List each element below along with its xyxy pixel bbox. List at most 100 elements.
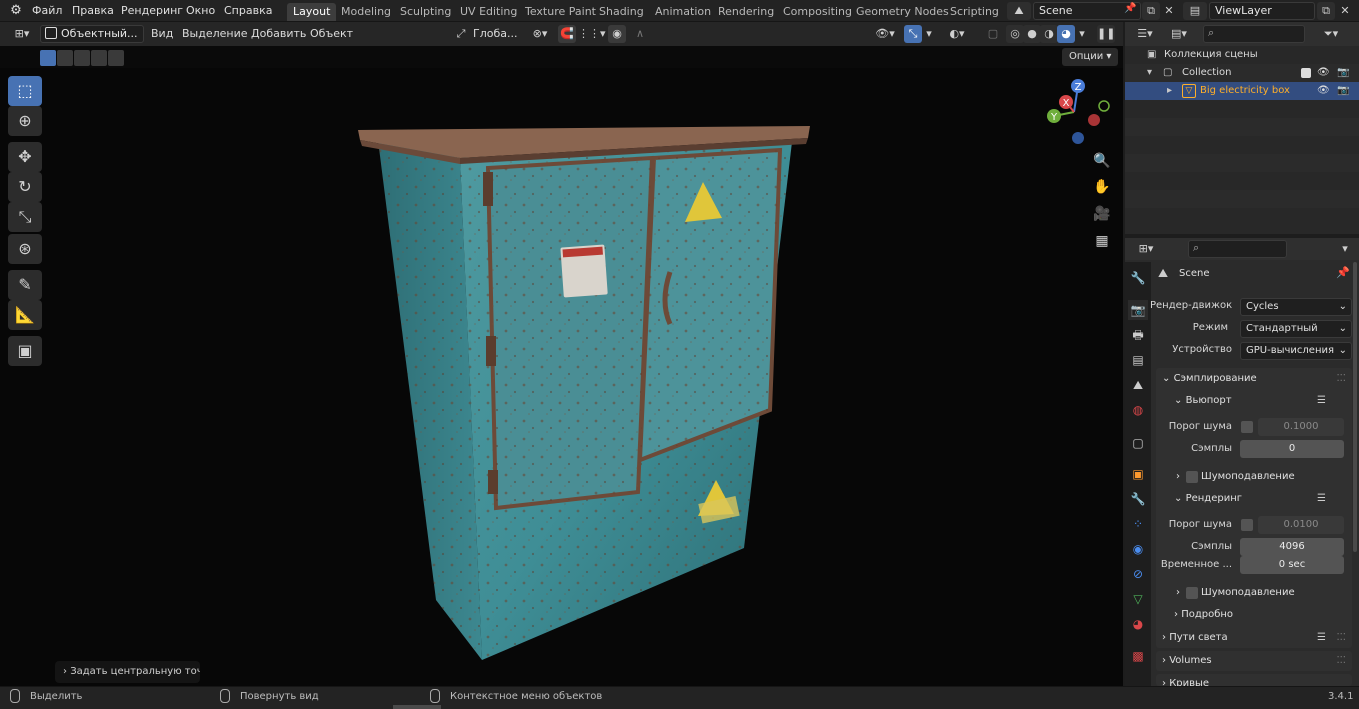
- rotate-icon[interactable]: ↻: [8, 172, 42, 202]
- menu-select[interactable]: Выделение: [182, 22, 248, 46]
- tab-compositing[interactable]: Compositing: [777, 3, 858, 21]
- view-layer-field[interactable]: ViewLayer: [1209, 2, 1315, 20]
- falloff-icon[interactable]: ∧: [628, 25, 652, 43]
- expand-arrow-icon[interactable]: ▸: [1167, 82, 1172, 100]
- snap-target-icon[interactable]: ⋮⋮▾: [578, 25, 606, 43]
- menu-window[interactable]: Окно: [186, 0, 215, 22]
- device-dropdown[interactable]: GPU-вычисления ⌄: [1240, 342, 1352, 360]
- texture-tab-icon[interactable]: ▩: [1128, 646, 1148, 666]
- orientation-icon[interactable]: ⤢: [452, 25, 470, 43]
- pan-hand-icon[interactable]: ✋: [1091, 176, 1113, 198]
- last-operator-panel[interactable]: › Задать центральную точк: [55, 661, 200, 683]
- gizmo-dropdown-icon[interactable]: ▾: [922, 25, 936, 43]
- wireframe-shading-icon[interactable]: ◎: [1006, 25, 1024, 43]
- data-tab-icon[interactable]: ▽: [1128, 589, 1148, 609]
- selection-mode-set-icon[interactable]: [40, 50, 124, 66]
- new-view-layer-icon[interactable]: ⧉: [1317, 2, 1335, 20]
- gizmo-toggle-icon[interactable]: ⤡: [904, 25, 922, 43]
- volumes-panel[interactable]: › Volumes ⁚⁚⁚: [1156, 651, 1352, 671]
- move-icon[interactable]: ✥: [8, 142, 42, 172]
- light-paths-panel[interactable]: › Пути света ☰ ⁚⁚⁚: [1156, 628, 1352, 648]
- render-tab-icon[interactable]: 📷: [1128, 300, 1148, 320]
- tab-sculpting[interactable]: Sculpting: [394, 3, 457, 21]
- tool-tab-icon[interactable]: 🔧: [1128, 268, 1148, 288]
- particles-tab-icon[interactable]: ⁘: [1128, 514, 1148, 534]
- display-mode-icon[interactable]: ▤▾: [1166, 25, 1192, 43]
- render-noise-threshold-checkbox[interactable]: [1241, 519, 1253, 531]
- tab-rendering[interactable]: Rendering: [712, 3, 780, 21]
- list-icon[interactable]: ☰: [1317, 628, 1326, 648]
- render-engine-dropdown[interactable]: Cycles ⌄: [1240, 298, 1352, 316]
- time-limit-field[interactable]: 0 sec: [1240, 556, 1344, 574]
- menu-render[interactable]: Рендеринг: [121, 0, 183, 22]
- world-tab-icon[interactable]: ◍: [1128, 400, 1148, 420]
- electricity-box-render[interactable]: [340, 110, 830, 670]
- delete-scene-icon[interactable]: ✕: [1160, 2, 1178, 20]
- list-icon[interactable]: ☰: [1317, 489, 1326, 509]
- properties-search[interactable]: [1188, 240, 1287, 258]
- transform-icon[interactable]: ⊛: [8, 234, 42, 264]
- pivot-icon[interactable]: ⊗▾: [528, 25, 552, 43]
- camera-render-icon[interactable]: 📷: [1337, 82, 1349, 100]
- select-box-icon[interactable]: ⬚: [8, 76, 42, 106]
- viewport-noise-threshold-checkbox[interactable]: [1241, 421, 1253, 433]
- mode-dropdown[interactable]: Стандартный ⌄: [1240, 320, 1352, 338]
- object-tab-icon[interactable]: ▣: [1128, 464, 1148, 484]
- viewport-subheader[interactable]: ⌄ Вьюпорт ☰: [1156, 391, 1352, 411]
- xray-icon[interactable]: ▢: [984, 25, 1002, 43]
- overlay-icon[interactable]: ◐▾: [944, 25, 970, 43]
- view-layer-selector-icon[interactable]: ▤: [1183, 2, 1207, 20]
- output-tab-icon[interactable]: 🖶: [1128, 325, 1148, 345]
- scene-tab-icon[interactable]: ⛰: [1128, 375, 1148, 395]
- menu-file[interactable]: Файл: [32, 0, 62, 22]
- sampling-header[interactable]: ⌄ Сэмплирование ⁚⁚⁚: [1156, 369, 1352, 389]
- cursor-icon[interactable]: ⊕: [8, 106, 42, 136]
- shading-dropdown-icon[interactable]: ▾: [1075, 25, 1089, 43]
- render-subheader[interactable]: ⌄ Рендеринг ☰: [1156, 489, 1352, 509]
- properties-scrollbar[interactable]: [1353, 262, 1357, 552]
- outliner-row-object[interactable]: ▸ ▽ Big electricity box 👁 📷: [1125, 82, 1359, 100]
- scale-icon[interactable]: ⤡: [8, 202, 42, 232]
- advanced-subheader[interactable]: › Подробно: [1156, 605, 1352, 625]
- pause-render-icon[interactable]: ❚❚: [1097, 25, 1115, 43]
- viewport-noise-threshold-field[interactable]: 0.1000: [1258, 418, 1344, 436]
- pin-icon[interactable]: 📌: [1336, 266, 1350, 279]
- new-scene-icon[interactable]: ⧉: [1142, 2, 1160, 20]
- viewport-denoise-checkbox[interactable]: [1186, 471, 1198, 483]
- rendered-shading-icon[interactable]: ◕: [1057, 25, 1075, 43]
- outliner-row-scene-collection[interactable]: ▣ Коллекция сцены: [1125, 46, 1359, 64]
- camera-icon[interactable]: 🎥: [1091, 203, 1113, 225]
- add-cube-icon[interactable]: ▣: [8, 336, 42, 366]
- navigation-gizmo[interactable]: Z Y X: [1040, 76, 1112, 148]
- menu-view[interactable]: Вид: [151, 22, 173, 46]
- menu-object[interactable]: Объект: [310, 22, 353, 46]
- menu-help[interactable]: Справка: [224, 0, 272, 22]
- tab-layout[interactable]: Layout: [287, 3, 337, 21]
- annotate-icon[interactable]: ✎: [8, 270, 42, 300]
- scene-selector-icon[interactable]: ⛰: [1007, 2, 1031, 20]
- tab-geometry-nodes[interactable]: Geometry Nodes: [850, 3, 955, 21]
- menu-edit[interactable]: Правка: [72, 0, 114, 22]
- list-icon[interactable]: ☰: [1317, 391, 1326, 411]
- checkbox-icon[interactable]: [1301, 68, 1311, 78]
- eye-icon[interactable]: 👁: [1317, 64, 1330, 82]
- curves-panel[interactable]: › Кривые: [1156, 674, 1352, 686]
- filter-icon[interactable]: ⏷▾: [1318, 25, 1344, 43]
- visibility-icon[interactable]: 👁▾: [872, 25, 898, 43]
- camera-render-icon[interactable]: 📷: [1337, 64, 1349, 82]
- tab-texture-paint[interactable]: Texture Paint: [519, 3, 602, 21]
- blender-logo-icon[interactable]: ⚙: [8, 3, 24, 19]
- render-denoise-checkbox[interactable]: [1186, 587, 1198, 599]
- grid-perspective-icon[interactable]: ▦: [1091, 230, 1113, 252]
- tab-shading[interactable]: Shading: [593, 3, 650, 21]
- render-noise-threshold-field[interactable]: 0.0100: [1258, 516, 1344, 534]
- orientation-dropdown[interactable]: Глоба...: [473, 22, 517, 46]
- zoom-icon[interactable]: 🔍: [1091, 150, 1113, 172]
- render-samples-field[interactable]: 4096: [1240, 538, 1344, 556]
- snap-icon[interactable]: 🧲: [558, 25, 576, 43]
- collection-tab-icon[interactable]: ▢: [1128, 433, 1148, 453]
- tab-modeling[interactable]: Modeling: [335, 3, 397, 21]
- properties-options-icon[interactable]: ▾: [1336, 240, 1354, 258]
- proportional-edit-icon[interactable]: ◉: [608, 25, 626, 43]
- physics-tab-icon[interactable]: ◉: [1128, 539, 1148, 559]
